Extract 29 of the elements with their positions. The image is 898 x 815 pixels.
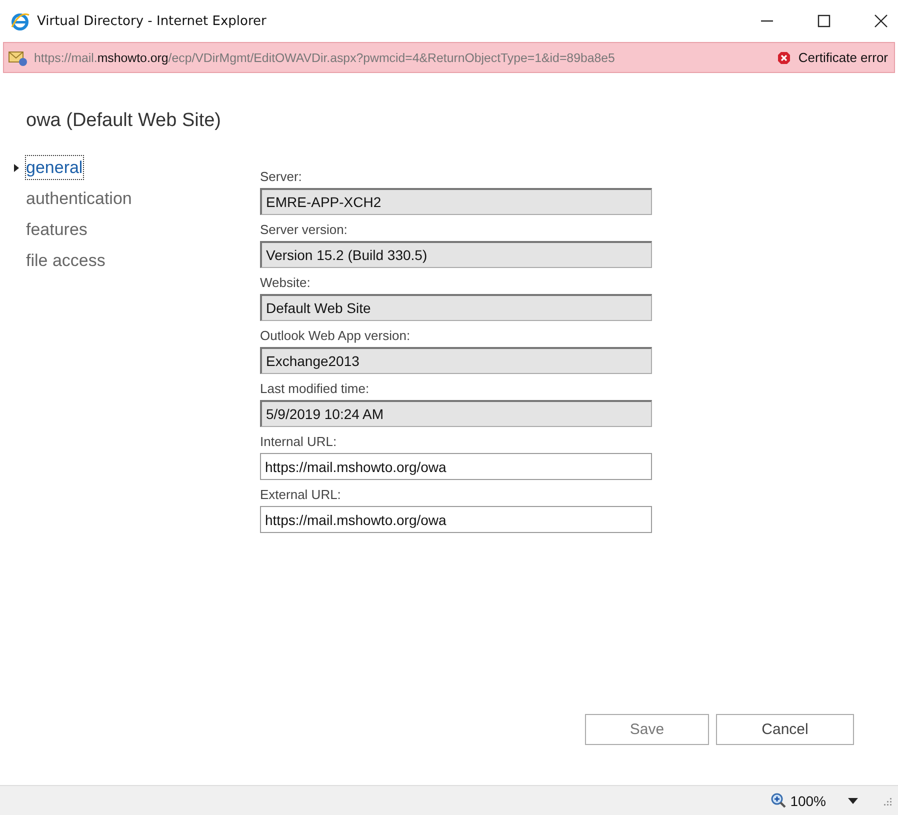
envelope-icon [8, 48, 28, 66]
save-button[interactable]: Save [585, 714, 709, 745]
nav-link[interactable]: general [26, 156, 83, 179]
maximize-icon[interactable] [817, 14, 831, 28]
field-label: Website: [260, 275, 312, 290]
nav-link[interactable]: authentication [26, 187, 132, 210]
zoom-level[interactable]: 100% [790, 792, 826, 808]
field-label: Outlook Web App version: [260, 328, 412, 343]
nav-link[interactable]: file access [26, 249, 106, 272]
field-label: Last modified time: [260, 381, 370, 396]
page-title: owa (Default Web Site) [26, 110, 222, 132]
input-field[interactable]: https://mail.mshowto.org/owa [260, 453, 652, 480]
zoom-icon [771, 792, 788, 808]
browser-icon [10, 11, 30, 31]
resize-grip-icon[interactable] [882, 796, 892, 806]
nav-link[interactable]: features [26, 218, 88, 241]
field-label: External URL: [260, 487, 342, 502]
field-label: Internal URL: [260, 434, 338, 449]
url-text[interactable]: https://mail.mshowto.org/ecp/VDirMgmt/EditOWAVDir.aspx?pwmcid=4&ReturnObjectType=1&id=89ba8e5 [34, 50, 615, 64]
field-label: Server version: [260, 222, 348, 237]
dropdown-icon[interactable] [848, 798, 858, 804]
close-icon[interactable] [874, 14, 888, 28]
window-title: Virtual Directory - Internet Explorer [37, 14, 266, 28]
pointer-icon [14, 164, 19, 172]
field-label: Server: [260, 169, 303, 184]
input-field[interactable]: https://mail.mshowto.org/owa [260, 506, 652, 533]
certificate-error-link[interactable]: Certificate error [798, 50, 888, 65]
error-icon [777, 50, 792, 64]
cancel-button[interactable]: Cancel [716, 714, 854, 745]
